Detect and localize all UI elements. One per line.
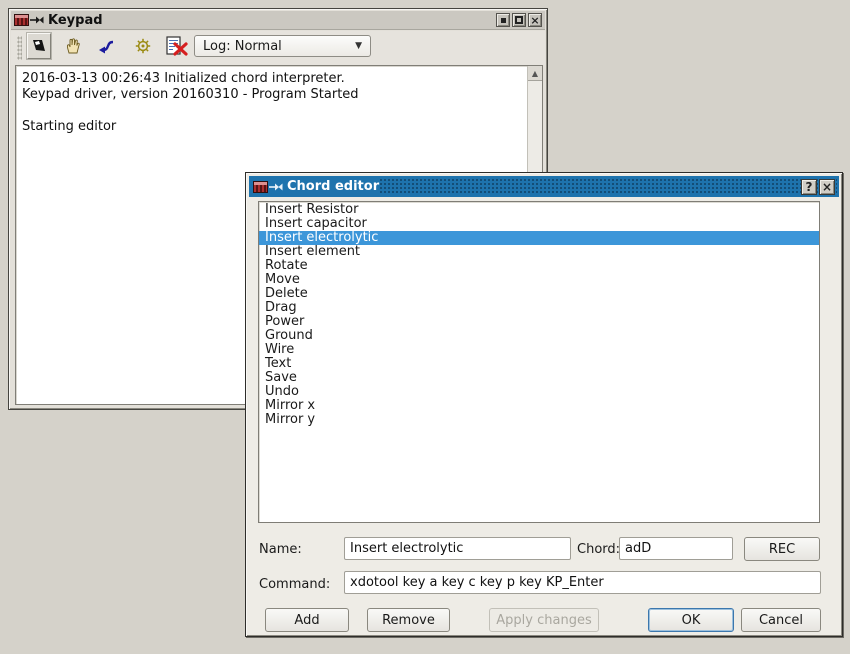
list-item[interactable]: Move bbox=[259, 273, 819, 287]
chord-editor-title: Chord editor bbox=[287, 179, 379, 194]
chord-label: Chord: bbox=[577, 538, 620, 561]
pen-icon bbox=[30, 37, 48, 55]
maximize-icon bbox=[515, 16, 523, 24]
ok-button[interactable]: OK bbox=[648, 608, 734, 632]
command-label: Command: bbox=[259, 573, 330, 596]
toolbar-grip[interactable] bbox=[17, 36, 22, 60]
scroll-up-button[interactable]: ▲ bbox=[528, 66, 542, 81]
help-icon: ? bbox=[806, 181, 813, 193]
maximize-button[interactable] bbox=[512, 13, 526, 27]
draw-tool-button[interactable] bbox=[27, 33, 51, 59]
pin-icon bbox=[30, 15, 44, 25]
list-item[interactable]: Text bbox=[259, 357, 819, 371]
list-item[interactable]: Save bbox=[259, 371, 819, 385]
keypad-toolbar: Log: Normal ▼ bbox=[11, 31, 545, 65]
minimize-icon bbox=[501, 18, 506, 23]
clear-log-icon bbox=[165, 36, 189, 56]
list-item[interactable]: Rotate bbox=[259, 259, 819, 273]
keypad-window-title: Keypad bbox=[48, 13, 103, 28]
clear-log-button[interactable] bbox=[163, 33, 191, 59]
list-item[interactable]: Insert element bbox=[259, 245, 819, 259]
arrow-up-icon: ▲ bbox=[532, 69, 538, 78]
chord-editor-titlebar[interactable]: Chord editor ? × bbox=[249, 176, 839, 197]
gear-icon bbox=[135, 38, 151, 54]
list-item[interactable]: Mirror x bbox=[259, 399, 819, 413]
chevron-down-icon: ▼ bbox=[355, 41, 362, 51]
swap-arrow-button[interactable] bbox=[95, 33, 119, 59]
log-level-value: Log: Normal bbox=[203, 39, 282, 54]
list-item[interactable]: Mirror y bbox=[259, 413, 819, 427]
add-button[interactable]: Add bbox=[265, 608, 349, 632]
app-icon bbox=[253, 181, 268, 193]
name-label: Name: bbox=[259, 538, 302, 561]
apply-changes-button[interactable]: Apply changes bbox=[489, 608, 599, 632]
chord-list[interactable]: Insert ResistorInsert capacitorInsert el… bbox=[258, 201, 820, 523]
app-icon bbox=[14, 14, 29, 26]
list-item[interactable]: Drag bbox=[259, 301, 819, 315]
log-level-select[interactable]: Log: Normal ▼ bbox=[194, 35, 371, 57]
help-button[interactable]: ? bbox=[801, 179, 817, 195]
name-input[interactable] bbox=[344, 537, 571, 560]
list-item[interactable]: Undo bbox=[259, 385, 819, 399]
close-button[interactable]: × bbox=[528, 13, 542, 27]
keypad-titlebar[interactable]: Keypad × bbox=[11, 11, 545, 30]
rec-button[interactable]: REC bbox=[744, 537, 820, 561]
list-item[interactable]: Insert capacitor bbox=[259, 217, 819, 231]
gear-button[interactable] bbox=[131, 33, 155, 59]
list-item[interactable]: Power bbox=[259, 315, 819, 329]
close-icon: × bbox=[822, 181, 832, 193]
pin-icon bbox=[269, 182, 283, 192]
close-icon: × bbox=[530, 15, 539, 26]
chord-input[interactable] bbox=[619, 537, 733, 560]
cancel-button[interactable]: Cancel bbox=[741, 608, 821, 632]
chord-editor-window: Chord editor ? × Insert ResistorInsert c… bbox=[245, 172, 843, 637]
list-item[interactable]: Ground bbox=[259, 329, 819, 343]
hand-icon bbox=[64, 37, 82, 55]
list-item[interactable]: Insert electrolytic bbox=[259, 231, 819, 245]
minimize-button[interactable] bbox=[496, 13, 510, 27]
remove-button[interactable]: Remove bbox=[367, 608, 450, 632]
list-item[interactable]: Insert Resistor bbox=[259, 203, 819, 217]
s-curve-arrow-icon bbox=[97, 38, 117, 54]
titlebar-texture bbox=[379, 178, 837, 195]
list-item[interactable]: Delete bbox=[259, 287, 819, 301]
list-item[interactable]: Wire bbox=[259, 343, 819, 357]
close-button[interactable]: × bbox=[819, 179, 835, 195]
hand-tool-button[interactable] bbox=[61, 33, 85, 59]
command-input[interactable] bbox=[344, 571, 821, 594]
